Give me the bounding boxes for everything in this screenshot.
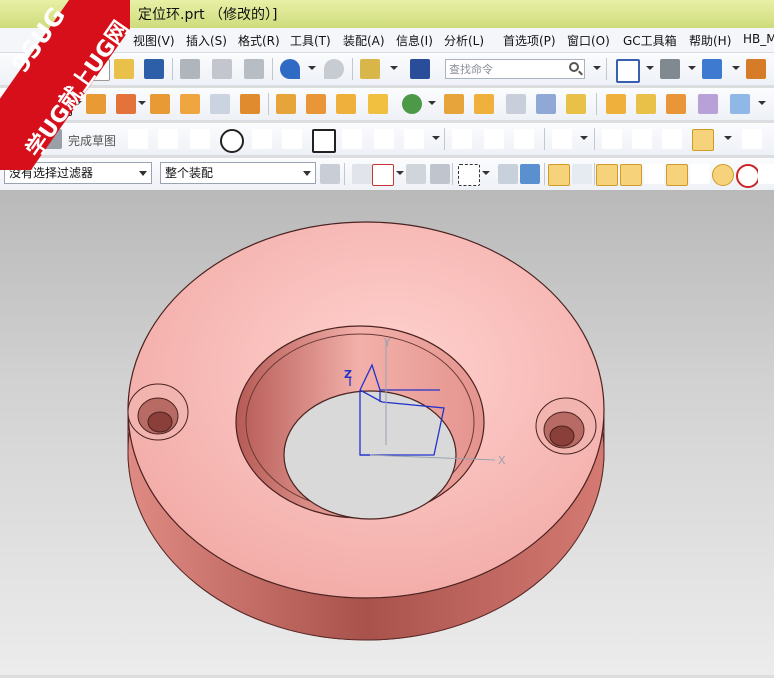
menu-insert[interactable]: 插入(S) (186, 32, 227, 49)
snap-quadrant-icon[interactable] (736, 164, 760, 188)
search-commands-input[interactable]: 查找命令 (445, 59, 585, 79)
snap-point-on-curve-icon[interactable] (620, 164, 642, 186)
chamfer-sketch-icon[interactable] (282, 129, 302, 149)
copy-icon[interactable] (212, 59, 232, 79)
offset-face-icon[interactable] (276, 94, 296, 114)
profile-icon[interactable] (128, 129, 148, 149)
datum-plane-icon[interactable] (730, 94, 750, 114)
edge-blend-icon[interactable] (444, 94, 464, 114)
select-all-icon[interactable] (430, 164, 450, 184)
menu-window[interactable]: 窗口(O) (567, 32, 610, 49)
filter-settings-icon[interactable] (320, 164, 340, 184)
search-icon[interactable] (569, 62, 579, 72)
snap-tangent-icon[interactable] (644, 164, 664, 184)
rectangle-icon[interactable] (312, 129, 336, 153)
save-icon[interactable] (144, 59, 164, 79)
arc-icon[interactable] (190, 129, 210, 149)
convert-reference-icon[interactable] (742, 129, 762, 149)
shell-icon[interactable] (506, 94, 526, 114)
menu-hb-m[interactable]: HB_M (743, 32, 774, 46)
menu-preferences[interactable]: 首选项(P) (503, 32, 556, 49)
menu-assembly[interactable]: 装配(A) (343, 32, 385, 49)
snap-line-icon[interactable] (596, 164, 618, 186)
select-feature-icon[interactable] (372, 164, 394, 186)
chevron-down-icon (303, 171, 311, 176)
dimension-icon[interactable] (602, 129, 622, 149)
menu-view[interactable]: 视图(V) (133, 32, 175, 49)
show-constraints-icon[interactable] (662, 129, 682, 149)
trim-body-icon[interactable] (566, 94, 586, 114)
deselect-icon[interactable] (406, 164, 426, 184)
draft-icon[interactable] (536, 94, 556, 114)
constraint-icon[interactable] (632, 129, 652, 149)
sphere-icon[interactable] (698, 94, 718, 114)
unite-icon[interactable] (368, 94, 388, 114)
snap-midpoint-icon[interactable] (572, 164, 592, 184)
pattern-feature-icon[interactable] (306, 94, 326, 114)
y-axis-label: Y (383, 336, 391, 349)
pocket-icon[interactable] (210, 94, 230, 114)
cylinder-icon[interactable] (636, 94, 656, 114)
window-title: 定位环.prt （修改的）] (138, 7, 278, 23)
menu-gc-toolbox[interactable]: GC工具箱 (623, 32, 677, 49)
snap-none-icon[interactable] (758, 164, 774, 184)
graphics-window[interactable]: X Y Z (0, 190, 774, 675)
solid-filter-icon[interactable] (520, 164, 540, 184)
x-axis-label: X (498, 454, 506, 467)
pad-icon[interactable] (240, 94, 260, 114)
snap-intersection-icon[interactable] (666, 164, 688, 186)
background-icon[interactable] (746, 59, 766, 79)
block-icon[interactable] (606, 94, 626, 114)
z-axis-label: Z (344, 368, 352, 381)
auto-constrain-icon[interactable] (692, 129, 714, 151)
cut-icon[interactable] (180, 59, 200, 79)
point-icon[interactable] (374, 129, 394, 149)
mirror-curve-icon[interactable] (552, 129, 572, 149)
rectangle-select-icon[interactable] (458, 164, 480, 186)
pattern-face-icon[interactable] (336, 94, 356, 114)
boss-icon[interactable] (180, 94, 200, 114)
line-icon[interactable] (158, 129, 178, 149)
circle-icon[interactable] (220, 129, 244, 153)
redo-icon[interactable] (324, 59, 344, 79)
snap-endpoint-icon[interactable] (548, 164, 570, 186)
part-model[interactable]: X Y Z (0, 190, 774, 675)
scope-value: 整个装配 (165, 166, 214, 180)
polygon-icon[interactable] (342, 129, 362, 149)
snap-center-icon[interactable] (712, 164, 734, 186)
render-style-icon[interactable] (660, 59, 680, 79)
info-icon[interactable] (410, 59, 430, 79)
menu-format[interactable]: 格式(R) (238, 32, 280, 49)
snap-point-icon[interactable] (352, 164, 372, 184)
fillet-icon[interactable] (252, 129, 272, 149)
command-finder-icon[interactable] (360, 59, 380, 79)
watermark-badge: 9SUG 学UG就上UG网 (0, 0, 130, 170)
subtract-icon[interactable] (402, 94, 422, 114)
body-filter-icon[interactable] (498, 164, 518, 184)
orient-view-icon[interactable] (702, 59, 722, 79)
quick-trim-icon[interactable] (452, 129, 472, 149)
quick-extend-icon[interactable] (484, 129, 504, 149)
cone-icon[interactable] (666, 94, 686, 114)
chevron-down-icon (139, 171, 147, 176)
search-placeholder: 查找命令 (449, 63, 493, 76)
menu-help[interactable]: 帮助(H) (689, 32, 731, 49)
make-corner-icon[interactable] (514, 129, 534, 149)
hole-icon[interactable] (150, 94, 170, 114)
menu-tools[interactable]: 工具(T) (290, 32, 331, 49)
menu-information[interactable]: 信息(I) (396, 32, 433, 49)
menu-analysis[interactable]: 分析(L) (444, 32, 484, 49)
chamfer-icon[interactable] (474, 94, 494, 114)
scope-dropdown[interactable]: 整个装配 (160, 162, 316, 184)
offset-curve-icon[interactable] (404, 129, 424, 149)
fit-view-icon[interactable] (616, 59, 640, 83)
paste-icon[interactable] (244, 59, 264, 79)
snap-perpendicular-icon[interactable] (690, 164, 710, 184)
undo-icon[interactable] (280, 59, 300, 79)
